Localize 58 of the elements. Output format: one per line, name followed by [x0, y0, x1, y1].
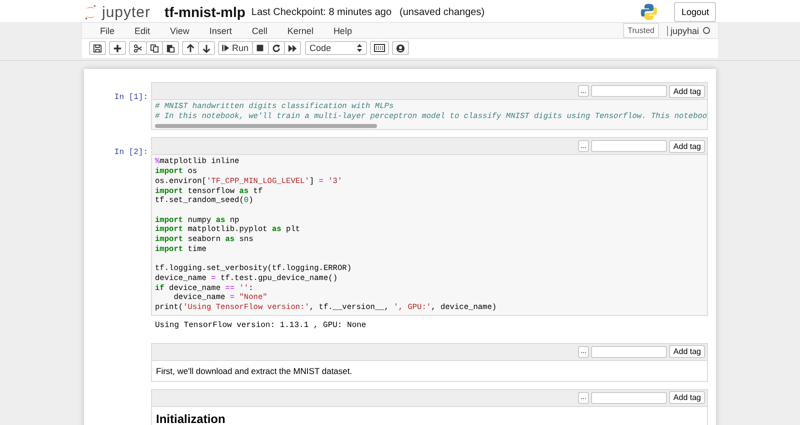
move-up-button[interactable] — [182, 41, 199, 55]
menu-item[interactable]: View — [160, 26, 200, 36]
cell-prompt: In [2]: — [114, 148, 148, 158]
fast-forward-icon — [288, 44, 297, 52]
horizontal-scrollbar[interactable] — [155, 124, 377, 128]
copy-icon — [150, 44, 159, 52]
person-circle-icon — [396, 44, 405, 52]
kernel-name: jupyhai — [667, 26, 699, 36]
notebook-name[interactable]: tf-mnist-mlp — [164, 4, 246, 20]
cell-output: Using TensorFlow version: 1.13.1 , GPU: None — [154, 320, 368, 332]
plus-icon — [113, 44, 122, 52]
up-down-caret-icon — [356, 44, 362, 52]
tag-input-field[interactable] — [591, 140, 668, 152]
keyboard-icon — [374, 44, 385, 52]
cut-button[interactable] — [129, 41, 147, 55]
run-button[interactable]: Run — [218, 41, 253, 55]
stop-button[interactable] — [252, 41, 269, 55]
logout-button[interactable]: Logout — [674, 2, 716, 22]
menu-item[interactable]: Insert — [199, 26, 242, 36]
keyboard-button[interactable] — [370, 41, 389, 55]
menu-item[interactable]: File — [90, 26, 125, 36]
add-tag-button[interactable]: Add tag — [669, 140, 705, 153]
save-button[interactable] — [89, 41, 106, 55]
cell-type-dropdown[interactable]: Code — [304, 41, 367, 55]
menu-item[interactable]: Cell — [242, 26, 278, 36]
trusted-badge[interactable]: Trusted — [622, 23, 660, 38]
insert-cell-button[interactable] — [109, 41, 126, 55]
restart-button[interactable] — [268, 41, 285, 55]
jupyter-logo-icon[interactable] — [84, 4, 97, 20]
markdown-text: First, we'll download and extract the MNIST dataset. — [156, 366, 352, 376]
jupyter-wordmark: jupyter — [102, 4, 151, 20]
cell-prompt: In [1]: — [114, 93, 148, 102]
add-tag-button[interactable]: Add tag — [669, 345, 705, 358]
tag-input-field[interactable] — [591, 85, 668, 97]
paste-button[interactable] — [162, 41, 179, 55]
add-tag-button[interactable]: Add tag — [669, 391, 705, 404]
menu-item[interactable]: Kernel — [277, 26, 324, 36]
clipboard-icon — [166, 44, 175, 52]
up-arrow-icon — [186, 44, 195, 52]
section-heading: Initialization — [156, 412, 226, 425]
checkpoint-text: Last Checkpoint: 8 minutes ago — [251, 6, 392, 18]
scissors-icon — [133, 44, 143, 52]
tag-input-field[interactable] — [591, 392, 668, 404]
code-input-area[interactable] — [151, 154, 708, 316]
copy-button[interactable] — [146, 41, 163, 55]
save-status: (unsaved changes) — [400, 6, 485, 18]
circular-arrow-icon — [272, 44, 281, 52]
menu-item[interactable]: Help — [323, 26, 362, 36]
person-circle-button[interactable] — [392, 41, 409, 55]
tag-input-field[interactable] — [591, 346, 668, 358]
square-icon — [256, 44, 264, 52]
step-forward-icon — [222, 44, 230, 52]
down-arrow-icon — [202, 44, 211, 52]
menu-item[interactable]: Edit — [124, 26, 160, 36]
fast-forward-button[interactable] — [284, 41, 301, 55]
python-logo-icon — [640, 3, 658, 21]
add-tag-button[interactable]: Add tag — [669, 84, 705, 98]
move-down-button[interactable] — [198, 41, 215, 55]
